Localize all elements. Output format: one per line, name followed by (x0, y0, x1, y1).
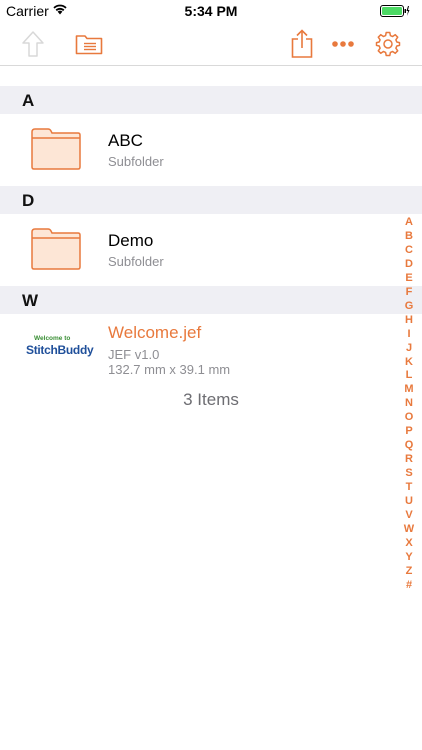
section-letter: A (22, 91, 35, 110)
item-subtitle: Subfolder (108, 154, 164, 169)
index-letter[interactable]: X (405, 537, 412, 551)
up-arrow-icon[interactable] (18, 29, 48, 59)
index-letter[interactable]: G (405, 300, 414, 314)
index-letter[interactable]: S (405, 467, 412, 481)
index-letter[interactable]: D (405, 258, 413, 272)
index-letter[interactable]: Q (405, 439, 414, 453)
folder-icon (30, 127, 82, 176)
list-item-demo[interactable]: Demo Subfolder (0, 214, 400, 286)
logo-line-2: StitchBuddy (26, 343, 94, 357)
list-item-abc[interactable]: ABC Subfolder (0, 114, 400, 186)
section-header-w: W (0, 286, 422, 314)
index-letter[interactable]: O (405, 411, 414, 425)
section-letter: D (22, 191, 35, 210)
more-icon[interactable] (328, 29, 358, 59)
logo-line-1: Welcome to (34, 335, 71, 342)
item-subtitle: Subfolder (108, 254, 164, 269)
index-letter[interactable]: I (407, 328, 410, 342)
gear-icon[interactable] (373, 29, 403, 59)
index-letter[interactable]: L (406, 369, 413, 383)
index-letter[interactable]: N (405, 397, 413, 411)
folder-list-icon[interactable] (73, 29, 105, 59)
index-letter[interactable]: T (406, 481, 413, 495)
item-dimensions: 132.7 mm x 39.1 mm (108, 362, 231, 377)
index-letter[interactable]: P (405, 425, 412, 439)
section-letter: W (22, 291, 39, 310)
index-letter[interactable]: U (405, 495, 413, 509)
index-letter[interactable]: F (406, 286, 413, 300)
index-letter[interactable]: J (406, 342, 412, 356)
section-header-d: D (0, 186, 422, 214)
status-bar: Carrier 5:34 PM (0, 0, 422, 22)
index-letter[interactable]: M (404, 383, 413, 397)
index-letter[interactable]: H (405, 314, 413, 328)
index-letter[interactable]: K (405, 356, 413, 370)
index-letter[interactable]: # (406, 579, 412, 593)
share-icon[interactable] (287, 29, 317, 59)
item-title: Welcome.jef (108, 323, 202, 342)
toolbar (0, 22, 422, 66)
index-letter[interactable]: W (404, 523, 414, 537)
item-title: Demo (108, 231, 154, 250)
index-letter[interactable]: Y (405, 551, 412, 565)
index-letter[interactable]: R (405, 453, 413, 467)
stitchbuddy-logo-thumbnail: Welcome to StitchBuddy (24, 335, 94, 363)
index-letter[interactable]: Z (406, 565, 413, 579)
index-letter[interactable]: A (405, 216, 413, 230)
index-letter[interactable]: B (405, 230, 413, 244)
item-title: ABC (108, 131, 143, 150)
clock: 5:34 PM (184, 3, 238, 19)
section-header-a: A (0, 86, 422, 114)
items-count: 3 Items (183, 390, 239, 409)
index-letter[interactable]: V (405, 509, 412, 523)
battery-icon (380, 5, 410, 20)
index-letter[interactable]: C (405, 244, 413, 258)
section-index-bar[interactable]: A B C D E F G H I J K L M N O P Q R S T U V W X Y Z # (402, 216, 416, 593)
folder-icon (30, 227, 82, 276)
item-format: JEF v1.0 (108, 347, 160, 362)
index-letter[interactable]: E (405, 272, 412, 286)
